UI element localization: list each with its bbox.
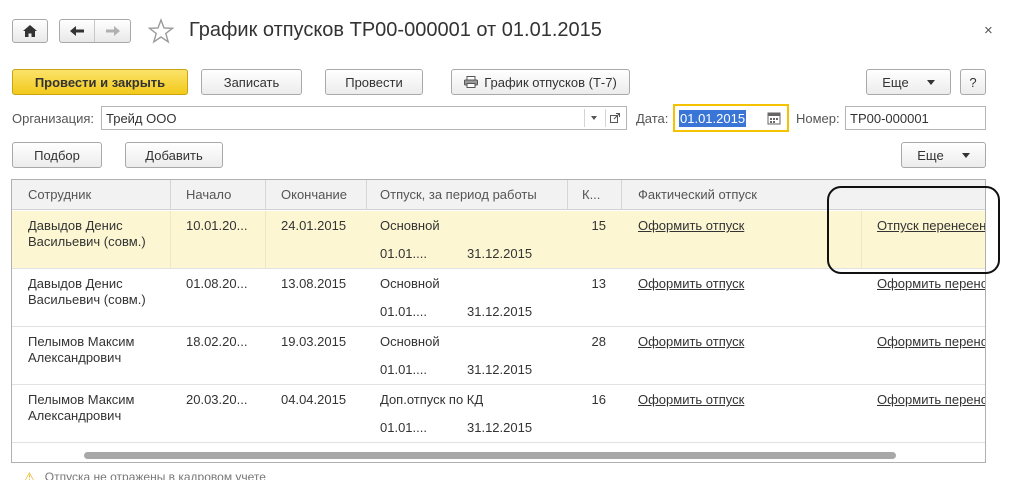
favorite-star-icon[interactable] xyxy=(148,18,174,44)
organization-label: Организация: xyxy=(12,111,95,126)
table-row[interactable]: Давыдов Денис Васильевич (совм.) 01.08.2… xyxy=(12,269,985,327)
employee-name-line1: Пелымов Максим xyxy=(28,392,135,407)
employee-name-line2: Александрович xyxy=(28,408,122,423)
chevron-down-icon xyxy=(961,152,970,158)
more-actions-label: Еще xyxy=(882,74,909,90)
chevron-down-icon xyxy=(590,116,597,120)
start-date: 01.08.20... xyxy=(186,276,248,291)
number-field[interactable]: ТР00-000001 xyxy=(845,106,986,130)
period-from: 01.01.... xyxy=(380,420,427,435)
period-to: 31.12.2015 xyxy=(467,304,533,319)
table-row[interactable]: Пелымов Максим Александрович 20.03.20...… xyxy=(12,385,985,443)
transfer-link[interactable]: Отпуск перенесен xyxy=(877,218,985,234)
column-header-employee[interactable]: Сотрудник xyxy=(28,180,168,210)
column-header-start[interactable]: Начало xyxy=(186,180,264,210)
vacation-days: 28 xyxy=(591,334,606,349)
back-button[interactable] xyxy=(60,20,96,42)
end-date: 04.04.2015 xyxy=(281,392,347,407)
table-more-button[interactable]: Еще xyxy=(901,142,986,168)
period-to: 31.12.2015 xyxy=(467,362,533,377)
table-row[interactable]: Пелымов Максим Александрович 18.02.20...… xyxy=(12,327,985,385)
close-icon[interactable]: × xyxy=(984,22,993,39)
scrollbar-thumb[interactable] xyxy=(84,452,896,459)
add-button[interactable]: Добавить xyxy=(125,142,223,168)
date-field[interactable]: 01.01.2015 xyxy=(673,104,789,132)
navigation-buttons xyxy=(59,19,131,43)
pick-button[interactable]: Подбор xyxy=(12,142,102,168)
organization-value: Трейд ООО xyxy=(106,110,177,126)
column-header-days[interactable]: К... xyxy=(582,180,618,210)
organization-field[interactable]: Трейд ООО xyxy=(101,106,627,130)
column-header-actual-vacation[interactable]: Фактический отпуск xyxy=(638,180,838,210)
create-vacation-link[interactable]: Оформить отпуск xyxy=(638,218,798,234)
help-button[interactable]: ? xyxy=(960,69,986,95)
start-date: 10.01.20... xyxy=(186,218,248,233)
transfer-link[interactable]: Оформить перенос xyxy=(877,276,985,292)
employee-name-line2: Васильевич (совм.) xyxy=(28,234,146,249)
status-text: Отпуска не отражены в кадровом учете xyxy=(44,470,266,480)
number-label: Номер: xyxy=(796,111,840,126)
vacation-type: Доп.отпуск по КД xyxy=(380,392,484,407)
vacation-days: 15 xyxy=(591,218,606,233)
open-external-icon xyxy=(609,113,620,123)
vacation-type: Основной xyxy=(380,334,440,349)
vacation-days: 16 xyxy=(591,392,606,407)
printer-icon xyxy=(464,76,479,88)
employee-name-line1: Пелымов Максим xyxy=(28,334,135,349)
create-vacation-link[interactable]: Оформить отпуск xyxy=(638,276,798,292)
date-value: 01.01.2015 xyxy=(679,109,747,127)
period-from: 01.01.... xyxy=(380,246,427,261)
horizontal-scrollbar[interactable] xyxy=(12,449,985,461)
arrow-left-icon xyxy=(70,26,84,36)
table-more-label: Еще xyxy=(917,147,944,163)
employee-name-line1: Давыдов Денис xyxy=(28,218,123,233)
transfer-link[interactable]: Оформить перенос xyxy=(877,392,985,408)
home-icon xyxy=(23,25,37,37)
period-from: 01.01.... xyxy=(380,304,427,319)
home-button[interactable] xyxy=(12,19,48,43)
window-title: График отпусков ТР00-000001 от 01.01.201… xyxy=(189,19,602,41)
save-button[interactable]: Записать xyxy=(201,69,302,95)
vacation-schedule-table[interactable]: Сотрудник Начало Окончание Отпуск, за пе… xyxy=(11,179,986,463)
organization-open-button[interactable] xyxy=(605,109,623,127)
print-schedule-label: График отпусков (Т-7) xyxy=(484,74,617,90)
end-date: 13.08.2015 xyxy=(281,276,347,291)
start-date: 18.02.20... xyxy=(186,334,248,349)
status-message: ⚠ Отпуска не отражены в кадровом учете xyxy=(24,470,266,480)
start-date: 20.03.20... xyxy=(186,392,248,407)
vacation-days: 13 xyxy=(591,276,606,291)
period-to: 31.12.2015 xyxy=(467,246,533,261)
period-to: 31.12.2015 xyxy=(467,420,533,435)
post-and-close-button[interactable]: Провести и закрыть xyxy=(12,69,188,95)
period-from: 01.01.... xyxy=(380,362,427,377)
post-button[interactable]: Провести xyxy=(325,69,423,95)
employee-name-line2: Александрович xyxy=(28,350,122,365)
vacation-type: Основной xyxy=(380,276,440,291)
create-vacation-link[interactable]: Оформить отпуск xyxy=(638,392,798,408)
organization-dropdown-button[interactable] xyxy=(584,109,602,127)
column-header-end[interactable]: Окончание xyxy=(281,180,366,210)
vacation-type: Основной xyxy=(380,218,440,233)
forward-button[interactable] xyxy=(95,20,130,42)
arrow-right-icon xyxy=(105,26,120,36)
number-value: ТР00-000001 xyxy=(850,110,929,126)
chevron-down-icon xyxy=(926,79,935,85)
calendar-icon[interactable] xyxy=(767,111,781,125)
employee-name-line2: Васильевич (совм.) xyxy=(28,292,146,307)
transfer-link[interactable]: Оформить перенос xyxy=(877,334,985,350)
print-schedule-button[interactable]: График отпусков (Т-7) xyxy=(451,69,630,95)
column-header-vacation-period[interactable]: Отпуск, за период работы xyxy=(380,180,566,210)
date-label: Дата: xyxy=(636,111,669,126)
more-actions-button[interactable]: Еще xyxy=(866,69,951,95)
employee-name-line1: Давыдов Денис xyxy=(28,276,123,291)
end-date: 24.01.2015 xyxy=(281,218,347,233)
table-row[interactable]: Давыдов Денис Васильевич (совм.) 10.01.2… xyxy=(12,211,985,269)
warning-icon: ⚠ xyxy=(24,470,35,480)
create-vacation-link[interactable]: Оформить отпуск xyxy=(638,334,798,350)
end-date: 19.03.2015 xyxy=(281,334,347,349)
table-header: Сотрудник Начало Окончание Отпуск, за пе… xyxy=(12,180,985,210)
